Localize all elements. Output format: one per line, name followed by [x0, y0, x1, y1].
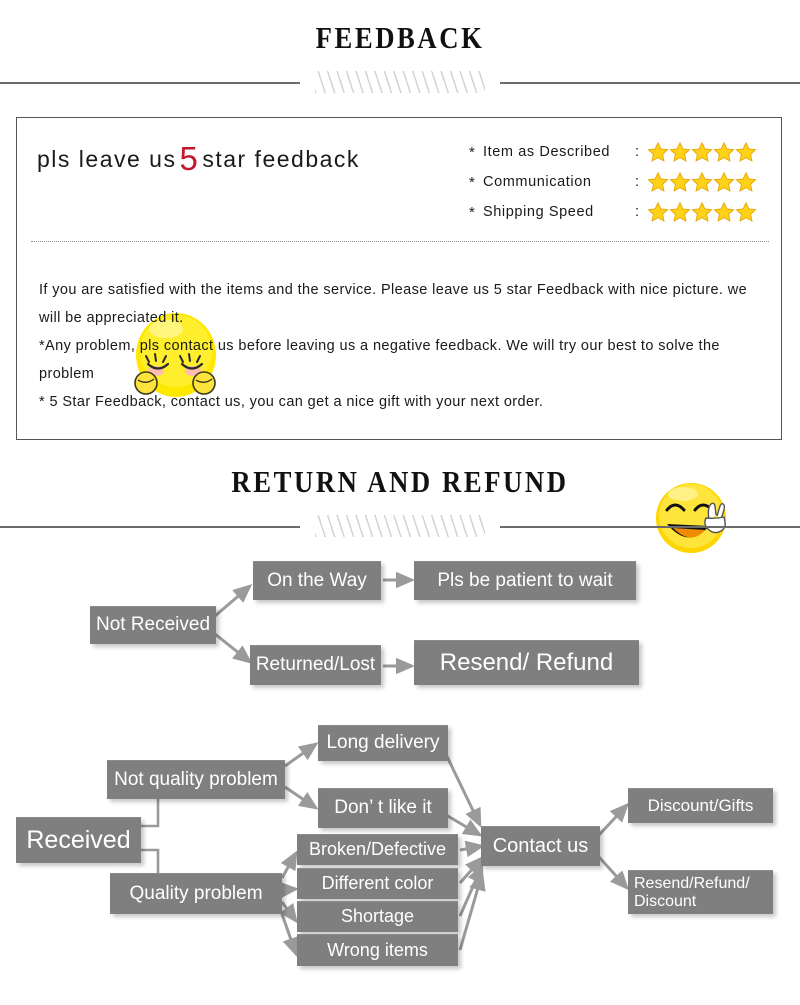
feedback-line: *Any problem, pls contact us before leav… [39, 338, 720, 382]
flow-box-quality-problem[interactable]: Quality problem [110, 873, 282, 914]
flowchart-area: Not Received On the Way Pls be patient t… [0, 540, 800, 1005]
star-icon [647, 171, 669, 193]
flow-box-on-the-way[interactable]: On the Way [253, 561, 381, 600]
feedback-panel: pls leave us5 star feedback * Item as Des… [16, 117, 782, 553]
rating-bullet-icon: * [469, 173, 475, 191]
rating-row: * Item as Described : [469, 137, 757, 167]
rating-label: Shipping Speed [483, 204, 594, 220]
star-icon [713, 171, 735, 193]
star-icon [669, 171, 691, 193]
flow-box-discount-gifts[interactable]: Discount/Gifts [628, 788, 773, 823]
flow-box-label: Resend/Refund/ Discount [634, 875, 750, 910]
flow-box-label: Shortage [340, 906, 415, 927]
star-icon [647, 201, 669, 223]
star-icon [669, 201, 691, 223]
rating-stars [647, 141, 757, 163]
panel-dotted-separator [31, 241, 769, 242]
divider-hatch-icon [315, 515, 485, 537]
feedback-section-header: FEEDBACK [0, 22, 800, 95]
star-icon [691, 171, 713, 193]
divider-rule-right [500, 526, 800, 528]
divider-ornament [0, 69, 800, 95]
rating-bullet-icon: * [469, 203, 475, 221]
flow-box-long-delivery[interactable]: Long delivery [318, 725, 448, 761]
rating-colon: : [635, 204, 640, 220]
flow-box-wrong-items[interactable]: Wrong items [297, 934, 458, 966]
headline-number-five: 5 [179, 140, 200, 177]
flow-box-broken-defective[interactable]: Broken/Defective [297, 834, 458, 865]
flow-box-received[interactable]: Received [16, 817, 141, 863]
flow-box-label: Wrong items [327, 939, 428, 960]
flow-box-resend-refund-discount[interactable]: Resend/Refund/ Discount [628, 870, 773, 914]
star-icon [735, 171, 757, 193]
flow-box-shortage[interactable]: Shortage [297, 901, 458, 932]
page-title-feedback: FEEDBACK [315, 20, 485, 55]
flow-box-label: Discount/Gifts [647, 795, 754, 815]
flow-box-not-quality-problem[interactable]: Not quality problem [107, 760, 285, 799]
star-icon [669, 141, 691, 163]
rating-colon: : [635, 144, 640, 160]
rating-stars [647, 171, 757, 193]
rating-label: Item as Described [483, 144, 611, 160]
star-icon [691, 201, 713, 223]
flow-box-label: Broken/Defective [308, 839, 447, 860]
flow-box-label: Not quality problem [114, 768, 278, 790]
rating-label: Communication [483, 174, 592, 190]
star-icon [713, 201, 735, 223]
return-refund-section-header: RETURN AND REFUND [0, 466, 800, 539]
flow-box-pls-be-patient[interactable]: Pls be patient to wait [414, 561, 636, 600]
star-icon [713, 141, 735, 163]
rating-colon: : [635, 174, 640, 190]
page-title-return-refund: RETURN AND REFUND [231, 464, 569, 499]
flow-box-label: Not Received [95, 614, 211, 636]
flow-box-label: Long delivery [326, 732, 440, 754]
flow-box-label: Quality problem [129, 882, 263, 904]
divider-rule-left [0, 82, 300, 84]
divider-ornament [0, 513, 800, 539]
flow-box-label: Don’ t like it [334, 797, 432, 819]
star-icon [691, 141, 713, 163]
flow-box-label: Pls be patient to wait [437, 569, 613, 591]
feedback-line: * 5 Star Feedback, contact us, you can g… [39, 394, 544, 410]
flow-box-label: Resend/ Refund [439, 649, 614, 677]
rating-bullet-icon: * [469, 143, 475, 161]
flow-box-label: On the Way [267, 569, 367, 591]
flow-box-returned-lost[interactable]: Returned/Lost [250, 645, 381, 685]
rating-row: * Shipping Speed : [469, 197, 757, 227]
flow-box-label: Received [26, 826, 131, 854]
divider-hatch-icon [315, 71, 485, 93]
feedback-line: If you are satisfied with the items and … [39, 282, 748, 326]
flow-box-not-received[interactable]: Not Received [90, 606, 216, 644]
star-icon [735, 141, 757, 163]
flow-box-label: Different color [321, 873, 434, 894]
flow-box-resend-refund[interactable]: Resend/ Refund [414, 640, 639, 685]
divider-rule-right [500, 82, 800, 84]
headline-prefix: pls leave us [37, 146, 177, 172]
rating-list: * Item as Described : * Communication : [469, 137, 757, 227]
flow-box-contact-us[interactable]: Contact us [481, 826, 600, 866]
rating-stars [647, 201, 757, 223]
feedback-headline: pls leave us5 star feedback [37, 140, 360, 178]
divider-rule-left [0, 526, 300, 528]
flow-box-label: Contact us [492, 834, 589, 857]
rating-row: * Communication : [469, 167, 757, 197]
headline-suffix: star feedback [202, 146, 360, 172]
flow-box-label: Returned/Lost [255, 654, 376, 676]
flow-box-different-color[interactable]: Different color [297, 868, 458, 899]
flow-box-dont-like-it[interactable]: Don’ t like it [318, 788, 448, 828]
feedback-body-text: If you are satisfied with the items and … [39, 276, 765, 416]
star-icon [647, 141, 669, 163]
star-icon [735, 201, 757, 223]
